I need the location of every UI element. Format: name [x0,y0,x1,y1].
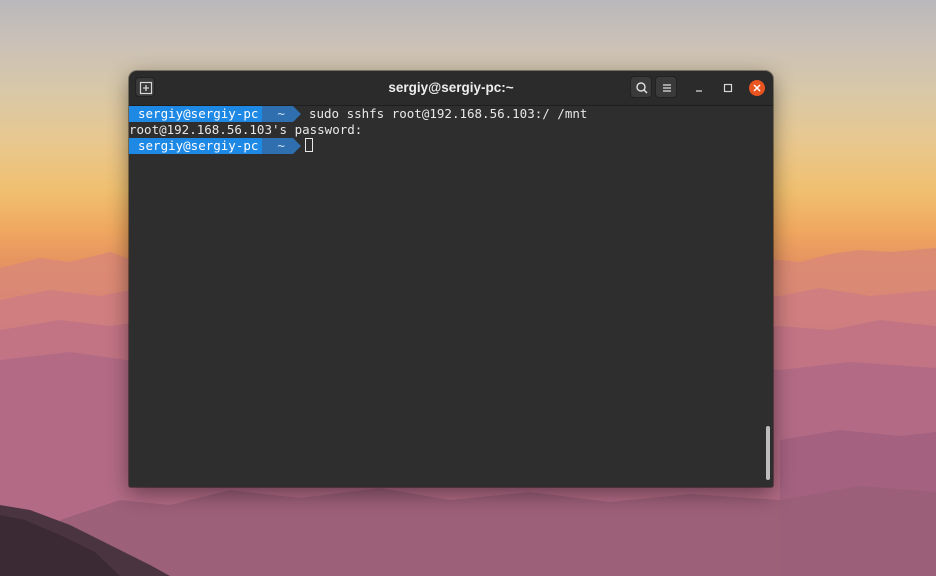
terminal-content[interactable]: sergiy@sergiy-pc ~ sudo sshfs root@192.168… [129,106,773,487]
search-icon [636,82,648,94]
prompt-dir-segment: ~ [262,138,301,154]
command-text: sudo sshfs root@192.168.56.103:/ /mnt [308,106,588,121]
close-button[interactable] [748,79,766,97]
maximize-icon [723,83,733,93]
close-icon [749,80,765,96]
output-line: root@192.168.56.103's password: [129,122,363,137]
command-line: sergiy@sergiy-pc ~ sudo sshfs root@192.168… [129,106,587,122]
minimize-button[interactable] [690,79,708,97]
menu-button[interactable] [655,76,677,98]
hamburger-menu-icon [663,84,671,92]
maximize-button[interactable] [719,79,737,97]
title-bar[interactable]: sergiy@sergiy-pc:~ [129,71,773,106]
search-button[interactable] [630,76,652,98]
text-cursor [304,138,313,152]
prompt-user-segment: sergiy@sergiy-pc [129,138,271,154]
active-prompt-line: sergiy@sergiy-pc ~ [129,138,313,154]
terminal-window: sergiy@sergiy-pc:~ sergiy@sergiy-pc ~ su… [129,71,773,487]
prompt-user-segment: sergiy@sergiy-pc [129,106,271,122]
minimize-icon [696,90,702,92]
prompt-dir-segment: ~ [262,106,301,122]
scrollbar[interactable] [766,426,770,480]
